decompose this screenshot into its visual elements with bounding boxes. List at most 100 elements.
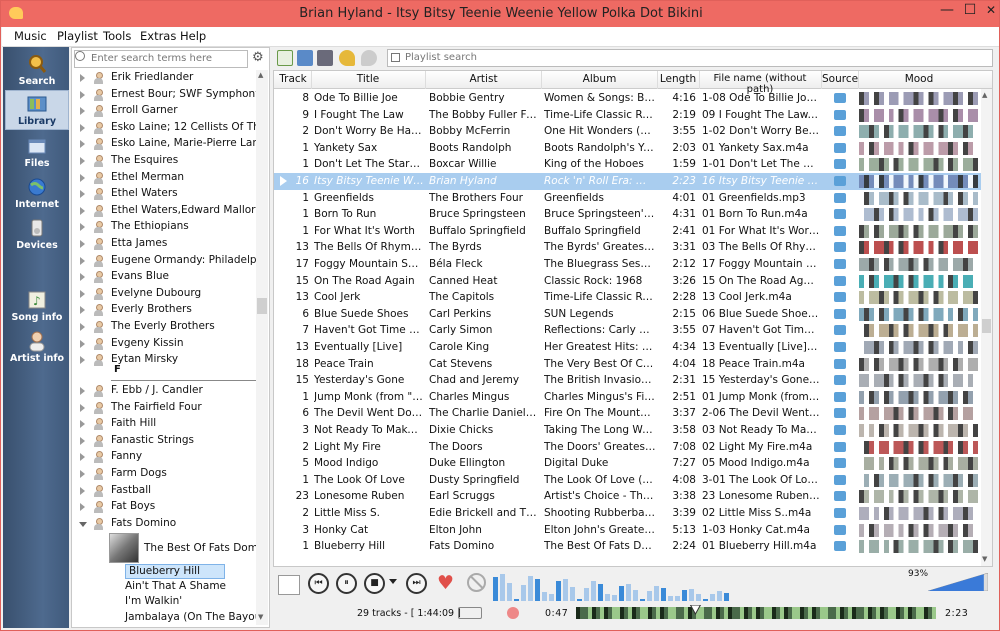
library-search-input[interactable]: Enter search terms here <box>74 50 248 68</box>
scroll-thumb[interactable] <box>257 298 267 314</box>
collapsed-chevron-icon[interactable] <box>80 403 85 412</box>
playlist-row[interactable]: 1 Greenfields The Brothers Four Greenfields… <box>274 190 992 207</box>
playlist-row[interactable]: 1 Blueberry Hill Fats Domino The Best Of Fa… <box>274 538 992 555</box>
artist-row[interactable]: Faith Hill <box>74 416 256 433</box>
artist-row[interactable]: Esko Laine; 12 Cellists Of Th... <box>74 120 256 137</box>
collapsed-chevron-icon[interactable] <box>80 157 85 165</box>
column-source[interactable]: Source <box>822 73 858 85</box>
redo-icon[interactable] <box>361 50 377 66</box>
menu-tools[interactable]: Tools <box>103 29 131 43</box>
artist-row[interactable]: Fastball <box>74 483 256 500</box>
collapsed-chevron-icon[interactable] <box>80 289 85 298</box>
playlist-row[interactable]: 2 Don't Worry Be Happy Bobby McFerrin One H… <box>274 123 992 140</box>
next-track-button[interactable] <box>406 573 427 594</box>
collapsed-chevron-icon[interactable] <box>80 190 85 199</box>
love-heart-icon[interactable]: ♥ <box>437 572 454 594</box>
playlist-row[interactable]: 9 I Fought The Law The Bobby Fuller Four Ti… <box>274 107 992 124</box>
playlist-row[interactable]: 3 Not Ready To Make N... Dixie Chicks Takin… <box>274 422 992 439</box>
maximize-button[interactable]: ☐ <box>959 1 981 21</box>
artist-row[interactable]: F. Ebb / J. Candler <box>74 383 256 400</box>
collapsed-chevron-icon[interactable] <box>80 140 85 149</box>
playlist-row[interactable]: 7 Haven't Got Time For ... Carly Simon Refl… <box>274 322 992 339</box>
title-bar[interactable]: Brian Hyland - Itsy Bitsy Teenie Weenie … <box>1 1 999 27</box>
playlist-row[interactable]: 13 Cool Jerk The Capitols Time-Life Classic… <box>274 289 992 306</box>
load-playlist-icon[interactable] <box>297 50 313 66</box>
lastfm-scrobble-icon[interactable] <box>507 607 519 619</box>
playlist-row[interactable]: 1 The Look Of Love Dusty Springfield The Lo… <box>274 472 992 489</box>
collapsed-chevron-icon[interactable] <box>80 436 85 445</box>
playlist-row[interactable]: 16 Itsy Bitsy Teenie Ween... Brian Hyland R… <box>274 173 992 190</box>
column-album[interactable]: Album <box>542 73 657 85</box>
new-playlist-icon[interactable] <box>277 50 293 66</box>
repeat-shuffle-icon[interactable] <box>458 607 482 619</box>
artist-row[interactable]: The Ethiopians <box>74 219 256 236</box>
collapsed-chevron-icon[interactable] <box>80 223 85 232</box>
collapsed-chevron-icon[interactable] <box>80 173 85 182</box>
artist-row[interactable]: Ethel Waters <box>74 186 256 203</box>
mood-seek-bar[interactable] <box>576 605 938 621</box>
playlist-row[interactable]: 15 Yesterday's Gone Chad and Jeremy The Bri… <box>274 372 992 389</box>
album-cover[interactable] <box>109 533 139 563</box>
collapsed-chevron-icon[interactable] <box>80 273 85 282</box>
song-item[interactable]: Ain't That A Shame <box>125 580 226 595</box>
stop-options-chevron-icon[interactable] <box>389 579 397 584</box>
artist-row[interactable]: Eugene Ormandy: Philadelp... <box>74 253 256 270</box>
playlist-row[interactable]: 15 On The Road Again Canned Heat Classic Ro… <box>274 273 992 290</box>
minimize-button[interactable]: — <box>936 1 958 21</box>
playlist-row[interactable]: 3 Honky Cat Elton John Elton John's Greates… <box>274 522 992 539</box>
column-title[interactable]: Title <box>312 73 424 85</box>
column-track[interactable]: Track <box>276 73 310 85</box>
artist-row[interactable]: Ethel Merman <box>74 170 256 187</box>
playlist-scrollbar[interactable]: ▲ ▼ <box>981 89 992 566</box>
spectrum-analyzer[interactable] <box>493 569 731 601</box>
playlist-row[interactable]: 23 Lonesome Ruben Earl Scruggs Artist's Cho… <box>274 488 992 505</box>
artist-row[interactable]: The Esquires <box>74 153 256 170</box>
playlist-row[interactable]: 2 Little Miss S. Edie Brickell and The ...… <box>274 505 992 522</box>
ban-icon[interactable] <box>467 573 486 592</box>
artist-row[interactable]: Fat Boys <box>74 499 256 516</box>
column-mood[interactable]: Mood <box>859 73 979 85</box>
collapsed-chevron-icon[interactable] <box>80 503 85 512</box>
collapsed-chevron-icon[interactable] <box>80 420 85 429</box>
collapsed-chevron-icon[interactable] <box>80 306 85 315</box>
stop-button[interactable] <box>364 573 385 594</box>
sidebar-item-devices[interactable]: Devices <box>5 215 69 255</box>
artist-row[interactable]: The Fairfield Four <box>74 400 256 417</box>
playlist-row[interactable]: 1 Don't Let The Stars Ge... Boxcar Willie K… <box>274 156 992 173</box>
collapsed-chevron-icon[interactable] <box>80 256 85 265</box>
artist-row[interactable]: Erik Friedlander <box>74 70 256 87</box>
artist-row[interactable]: Farm Dogs <box>74 466 256 483</box>
menu-music[interactable]: Music <box>14 29 47 43</box>
artist-row[interactable]: Fanny <box>74 449 256 466</box>
pause-button[interactable] <box>336 573 357 594</box>
collapsed-chevron-icon[interactable] <box>80 323 85 331</box>
column-artist[interactable]: Artist <box>426 73 541 85</box>
sidebar-item-artist-info[interactable]: Artist info <box>5 328 69 368</box>
scroll-down-icon[interactable]: ▼ <box>982 555 987 563</box>
collapsed-chevron-icon[interactable] <box>80 453 85 462</box>
sidebar-item-library[interactable]: Library <box>5 90 69 130</box>
playlist-row[interactable]: 17 Foggy Mountain Spec... Béla Fleck The Bl… <box>274 256 992 273</box>
menu-extras[interactable]: Extras <box>140 29 176 43</box>
close-button[interactable]: ✕ <box>981 1 999 21</box>
playlist-row[interactable]: 18 Peace Train Cat Stevens The Very Best Of… <box>274 356 992 373</box>
collapsed-chevron-icon[interactable] <box>80 90 85 99</box>
menu-playlist[interactable]: Playlist <box>57 29 98 43</box>
artist-row[interactable]: Fats Domino <box>74 516 256 533</box>
collapsed-chevron-icon[interactable] <box>80 387 85 395</box>
previous-track-button[interactable] <box>308 573 329 594</box>
save-playlist-icon[interactable] <box>317 50 333 66</box>
song-item[interactable]: Jambalaya (On The Bayou) <box>125 611 256 625</box>
sidebar-item-search[interactable]: Search <box>5 51 69 91</box>
library-config-icon[interactable]: ⚙ <box>252 50 268 66</box>
sidebar-item-files[interactable]: Files <box>5 133 69 173</box>
sidebar-item-internet[interactable]: Internet <box>5 174 69 214</box>
playlist-row[interactable]: 8 Ode To Billie Joe Bobbie Gentry Women & S… <box>274 90 992 107</box>
artist-row[interactable]: Evelyne Dubourg <box>74 286 256 303</box>
collapsed-chevron-icon[interactable] <box>80 470 85 478</box>
album-title[interactable]: The Best Of Fats Dom... <box>144 542 256 554</box>
artist-row[interactable]: Ernest Bour; SWF Symphony... <box>74 87 256 104</box>
artist-row[interactable]: Eytan Mirsky <box>74 352 256 369</box>
playlist-row[interactable]: 6 Blue Suede Shoes Carl Perkins SUN Legends… <box>274 306 992 323</box>
artist-row[interactable]: Esko Laine, Marie-Pierre Lan... <box>74 136 256 153</box>
